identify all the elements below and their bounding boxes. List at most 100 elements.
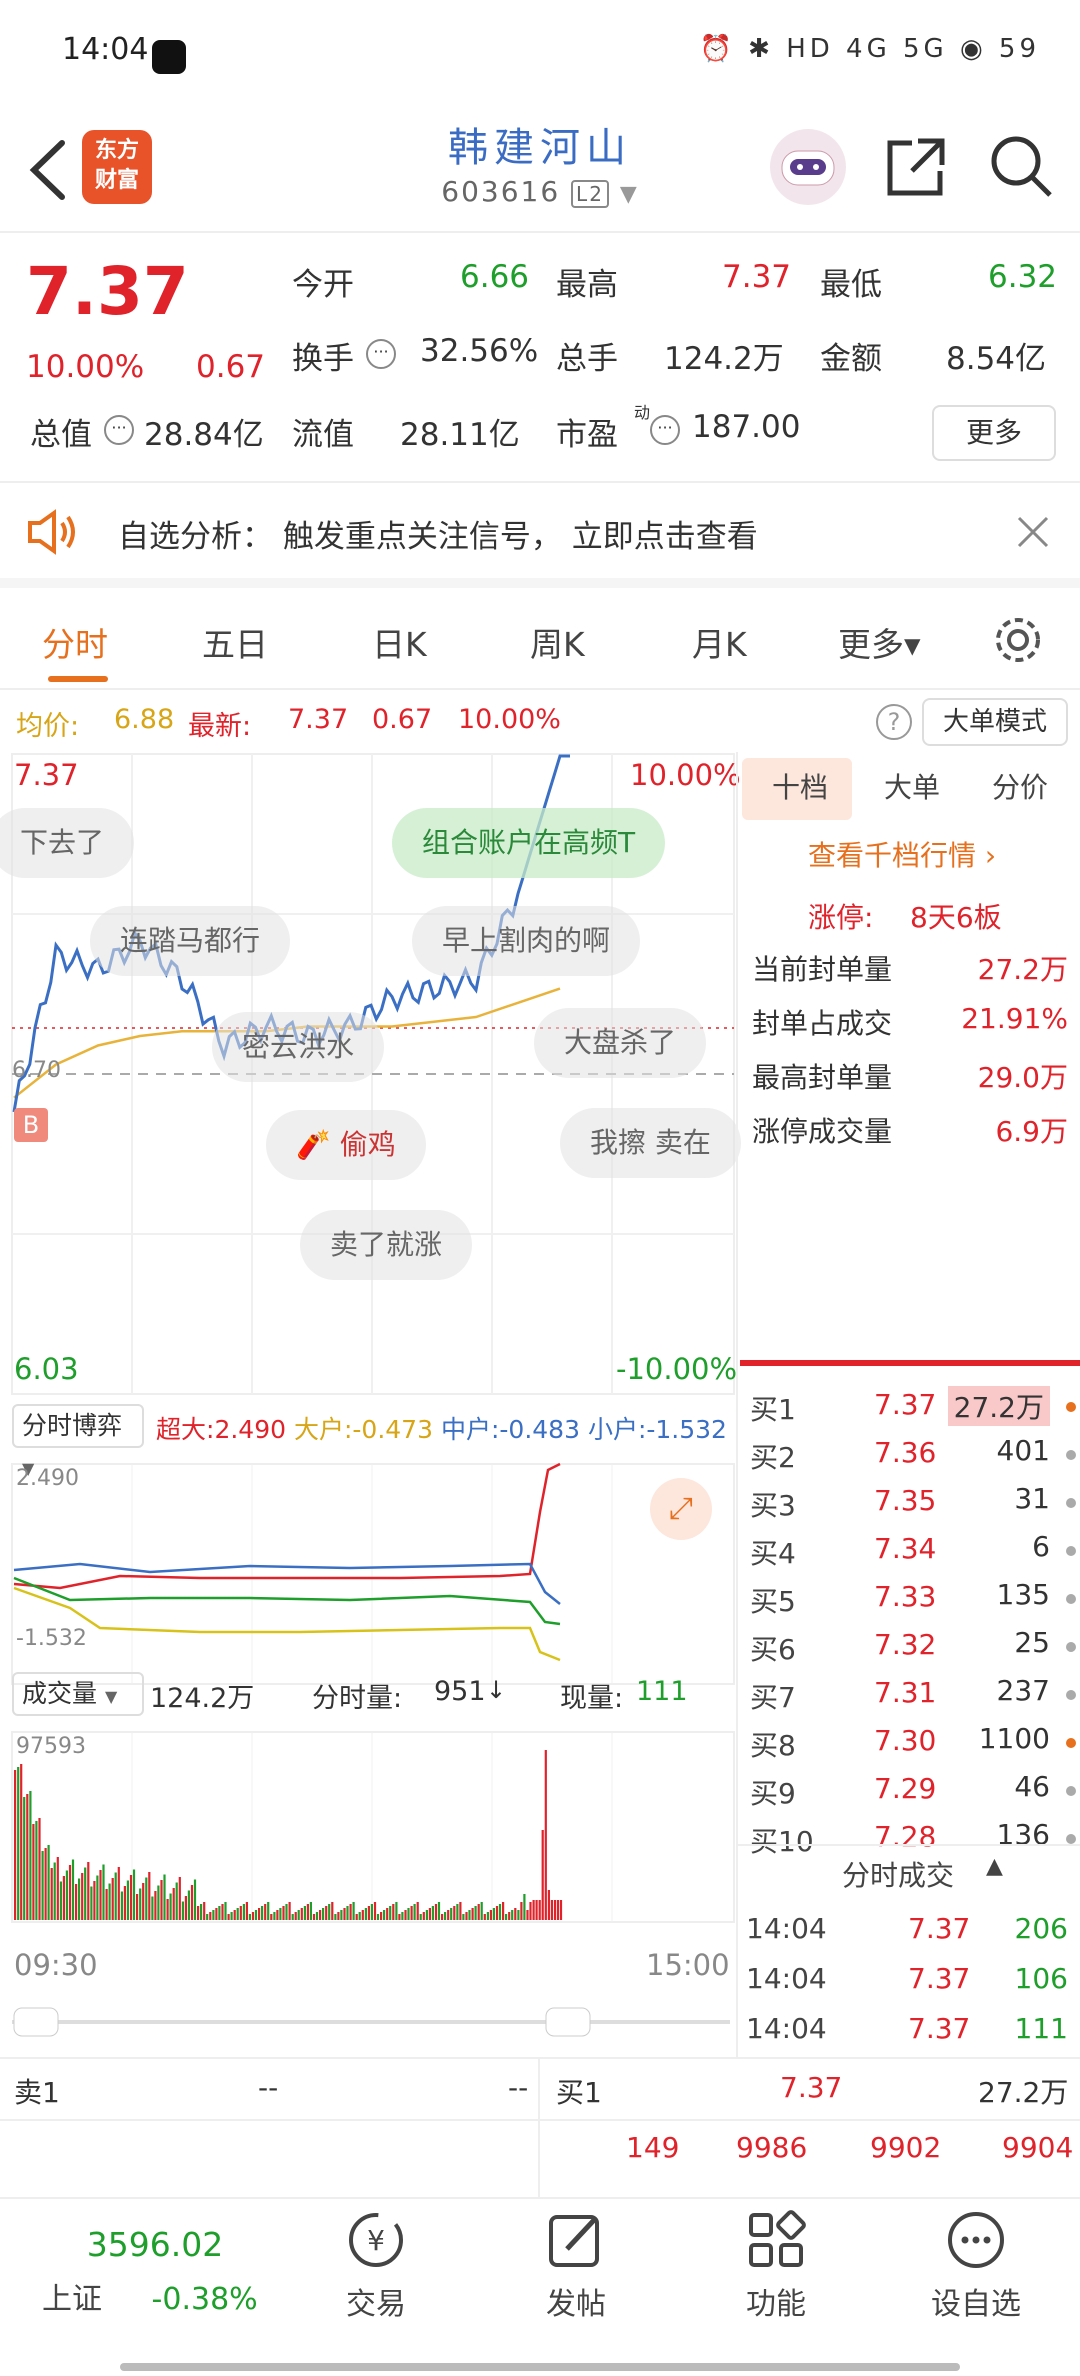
- volume-bar: [505, 1914, 508, 1920]
- info-icon[interactable]: ···: [650, 415, 680, 445]
- bid-label: 买10: [750, 1825, 814, 1858]
- buy-marker[interactable]: B: [14, 1108, 48, 1142]
- volume-bar: [218, 1906, 221, 1920]
- comment-bubble[interactable]: 🧨 偷鸡: [266, 1110, 426, 1180]
- comment-bubble[interactable]: 密云洪水: [212, 1012, 385, 1082]
- nav-functions[interactable]: 功能: [706, 2209, 846, 2323]
- volume-bars: [14, 1750, 563, 1920]
- volume-bar: [129, 1875, 133, 1920]
- bid-row[interactable]: 买8 7.30 1100: [748, 1718, 1078, 1766]
- comment-bubble[interactable]: 卖了就涨: [300, 1210, 473, 1280]
- float-value: 28.11亿: [400, 417, 520, 453]
- search-icon[interactable]: [988, 133, 1054, 199]
- expand-icon[interactable]: ⤢: [650, 1478, 712, 1540]
- flow-mid-value: -0.483: [499, 1415, 580, 1444]
- bid-row[interactable]: 买3 7.35 31: [748, 1478, 1078, 1526]
- bid-row[interactable]: 买7 7.31 237: [748, 1670, 1078, 1718]
- tab-more[interactable]: 更多▾: [838, 618, 921, 666]
- tab-intraday[interactable]: 分时: [42, 618, 108, 666]
- pe-value: 187.00: [692, 409, 801, 445]
- tab-daily-k[interactable]: 日K: [372, 618, 427, 666]
- trade-time: 14:04: [746, 1912, 827, 1945]
- bid-volume: 401: [996, 1434, 1050, 1467]
- tab-ten-levels[interactable]: 十档: [772, 766, 828, 806]
- volume-bar: [383, 1910, 386, 1920]
- volume-bar: [334, 1914, 337, 1920]
- info-icon[interactable]: ···: [104, 415, 134, 445]
- volume-bar: [172, 1888, 175, 1920]
- arrow-down-icon: ↓: [486, 1676, 507, 1704]
- volume-bar: [453, 1906, 456, 1920]
- trades-title[interactable]: 分时成交: [842, 1854, 954, 1894]
- volume-bar: [477, 1904, 480, 1920]
- time-start: 09:30: [14, 1948, 98, 1982]
- mktcap-value: 28.84亿: [144, 417, 264, 453]
- volume-bar: [169, 1893, 172, 1920]
- volume-bar: [270, 1914, 273, 1920]
- tab-five-day[interactable]: 五日: [202, 618, 268, 666]
- more-button[interactable]: 更多: [932, 405, 1056, 461]
- comment-bubble[interactable]: 下去了: [0, 808, 135, 878]
- volume-bar: [373, 1902, 377, 1920]
- turnover-label: 换手: [292, 341, 354, 377]
- nav-add-watchlist[interactable]: 设自选: [906, 2209, 1046, 2323]
- bid-row[interactable]: 买5 7.33 135: [748, 1574, 1078, 1622]
- bid-label: 买4: [750, 1537, 796, 1570]
- divider: [538, 2059, 540, 2199]
- comment-bubble[interactable]: 组合账户在高频T: [392, 808, 666, 878]
- stat-value: 27.2万: [977, 953, 1068, 986]
- thousand-levels-link[interactable]: 查看千档行情 ›: [808, 834, 996, 874]
- volume-bar: [309, 1902, 312, 1920]
- volume-bar: [90, 1886, 93, 1920]
- nav-post[interactable]: 发帖: [506, 2209, 646, 2323]
- index-widget[interactable]: 3596.02 上证 -0.38%: [42, 2225, 258, 2318]
- help-icon[interactable]: ?: [876, 704, 912, 740]
- volume-bar: [492, 1908, 495, 1920]
- buy1-label: 买1: [556, 2076, 602, 2109]
- flow-selector[interactable]: 分时博弈 ▼: [12, 1404, 144, 1478]
- tab-big-orders[interactable]: 大单: [884, 766, 940, 806]
- avg-label: 均价:: [16, 711, 80, 742]
- close-icon[interactable]: [1016, 515, 1050, 549]
- range-handle-left[interactable]: [13, 2007, 59, 2037]
- bid-row[interactable]: 买1 7.37 27.2万: [748, 1382, 1078, 1430]
- bid-row[interactable]: 买2 7.36 401: [748, 1430, 1078, 1478]
- volume-bar: [50, 1868, 53, 1920]
- big-order-mode-button[interactable]: 大单模式: [922, 698, 1068, 746]
- volume-bar: [559, 1900, 563, 1920]
- comment-bubble[interactable]: 连踏马都行: [90, 906, 291, 976]
- info-icon[interactable]: ···: [366, 339, 396, 369]
- nav-trade[interactable]: ¥ 交易: [306, 2209, 446, 2323]
- volume-bar: [550, 1900, 553, 1920]
- share-icon[interactable]: [884, 135, 948, 199]
- comment-bubble[interactable]: 早上割肉的啊: [412, 906, 641, 976]
- stat-label: 当前封单量: [752, 953, 893, 986]
- tab-weekly-k[interactable]: 周K: [530, 618, 585, 666]
- bid-volume: 25: [1014, 1626, 1050, 1659]
- bid-price: 7.31: [874, 1676, 937, 1709]
- bid-volume: 31: [1014, 1482, 1050, 1515]
- gear-icon[interactable]: [992, 614, 1044, 666]
- bid-row[interactable]: 买6 7.32 25: [748, 1622, 1078, 1670]
- volume-bar: [450, 1908, 453, 1920]
- comment-bubble[interactable]: 我擦 卖在: [560, 1108, 741, 1178]
- limit-value: 8天6板: [910, 901, 1002, 934]
- volume-bar: [444, 1912, 447, 1920]
- bid-row[interactable]: 买9 7.29 46: [748, 1766, 1078, 1814]
- tab-price-dist[interactable]: 分价: [992, 766, 1048, 806]
- range-handle-right[interactable]: [545, 2007, 591, 2037]
- assistant-robot-icon[interactable]: [770, 129, 846, 205]
- comment-bubble[interactable]: 大盘杀了: [534, 1008, 707, 1078]
- tab-monthly-k[interactable]: 月K: [692, 618, 747, 666]
- volume-selector[interactable]: 成交量 ▼: [12, 1672, 144, 1716]
- bid-dot: [1066, 1402, 1076, 1412]
- bid-row[interactable]: 买4 7.34 6: [748, 1526, 1078, 1574]
- volume-bar: [160, 1880, 163, 1920]
- open-value: 6.66: [460, 259, 530, 295]
- notice-bar[interactable]: 自选分析： 触发重点关注信号， 立即点击查看: [0, 483, 1080, 588]
- intraday-chart-area[interactable]: 7.37 10.00% 6.03 -10.00% 6.70 B 下去了 组合账户…: [0, 752, 741, 2057]
- volume-bar: [413, 1904, 416, 1920]
- pe-label: 市盈: [556, 417, 618, 453]
- volume-bar: [410, 1906, 413, 1920]
- nav-functions-label: 功能: [746, 2287, 806, 2322]
